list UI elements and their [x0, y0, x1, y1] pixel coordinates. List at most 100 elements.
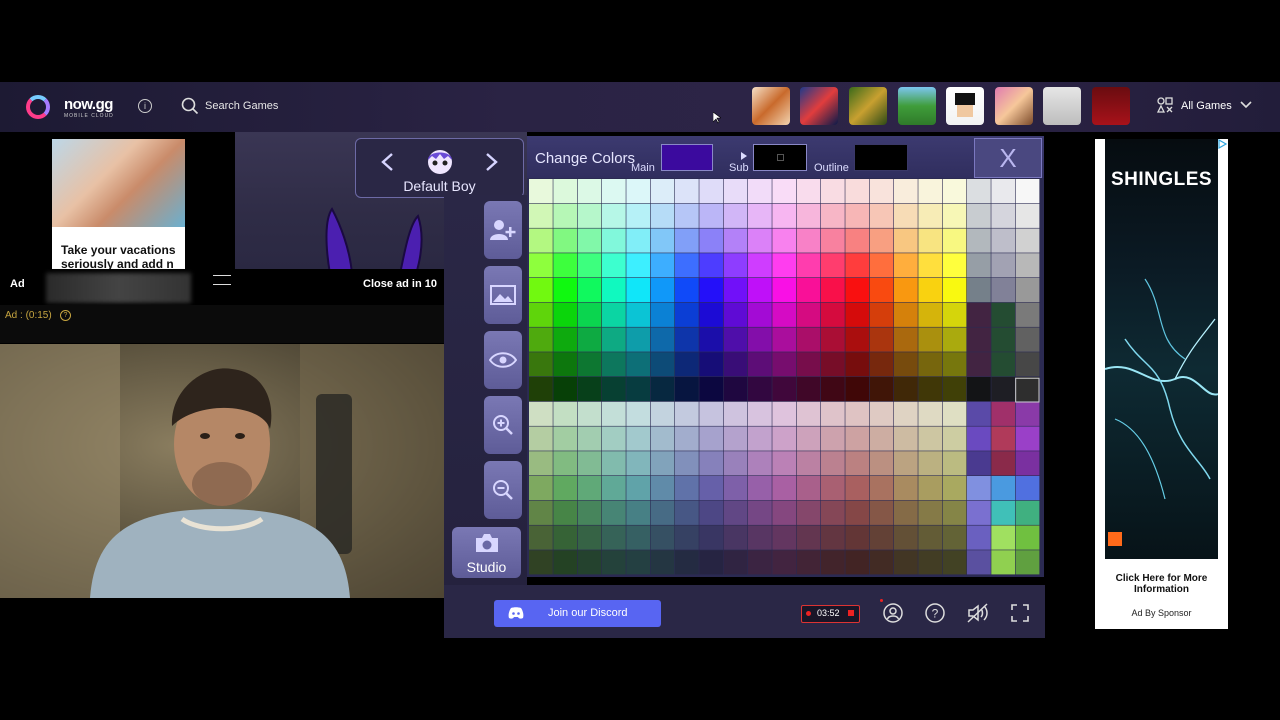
color-swatch-cell[interactable]: [529, 228, 553, 253]
color-swatch-cell[interactable]: [602, 228, 626, 253]
color-swatch-cell[interactable]: [845, 377, 870, 402]
color-swatch-cell[interactable]: [894, 228, 918, 253]
color-swatch-cell[interactable]: [821, 302, 845, 327]
color-swatch-cell[interactable]: [894, 377, 918, 402]
color-swatch-cell[interactable]: [918, 352, 943, 377]
color-swatch-cell[interactable]: [772, 327, 797, 352]
color-swatch-cell[interactable]: [894, 278, 918, 303]
color-swatch-cell[interactable]: [529, 500, 553, 525]
color-swatch-cell[interactable]: [869, 253, 894, 278]
color-swatch-cell[interactable]: [675, 302, 699, 327]
color-swatch-cell[interactable]: [821, 500, 845, 525]
color-swatch-cell[interactable]: [577, 302, 602, 327]
color-swatch-cell[interactable]: [821, 451, 845, 476]
color-swatch-cell[interactable]: [918, 302, 943, 327]
color-swatch-cell[interactable]: [723, 550, 748, 575]
color-swatch-cell[interactable]: [675, 278, 699, 303]
color-swatch-cell[interactable]: [796, 377, 821, 402]
color-swatch-cell[interactable]: [577, 451, 602, 476]
color-swatch-cell[interactable]: [675, 500, 699, 525]
color-swatch-cell[interactable]: [845, 476, 870, 501]
color-swatch-cell[interactable]: [699, 426, 724, 451]
color-swatch-cell[interactable]: [529, 476, 553, 501]
color-swatch-cell[interactable]: [821, 327, 845, 352]
color-swatch-cell[interactable]: [991, 451, 1016, 476]
color-swatch-cell[interactable]: [675, 327, 699, 352]
color-swatch-cell[interactable]: [529, 278, 553, 303]
color-swatch-cell[interactable]: [626, 352, 651, 377]
close-ad-countdown[interactable]: Close ad in 10: [363, 278, 437, 290]
color-swatch-cell[interactable]: [918, 401, 943, 426]
color-swatch-cell[interactable]: [845, 327, 870, 352]
color-swatch-cell[interactable]: [529, 302, 553, 327]
color-swatch-cell[interactable]: [748, 426, 772, 451]
color-swatch-cell[interactable]: [894, 327, 918, 352]
search-icon[interactable]: [181, 97, 199, 115]
color-swatch-cell[interactable]: [577, 203, 602, 228]
color-swatch-cell[interactable]: [529, 203, 553, 228]
color-swatch-cell[interactable]: [553, 525, 578, 550]
ad-video-frame[interactable]: [0, 344, 444, 598]
prev-character-arrow-icon[interactable]: [378, 151, 398, 173]
color-swatch-cell[interactable]: [650, 253, 675, 278]
color-swatch-cell[interactable]: [553, 500, 578, 525]
color-swatch-cell[interactable]: [918, 426, 943, 451]
color-swatch-cell[interactable]: [553, 451, 578, 476]
color-swatch-cell[interactable]: [796, 327, 821, 352]
color-swatch-cell[interactable]: [869, 352, 894, 377]
color-swatch-cell[interactable]: [577, 401, 602, 426]
color-swatch-cell[interactable]: [748, 500, 772, 525]
color-swatch-cell[interactable]: [675, 179, 699, 204]
color-swatch-cell[interactable]: [991, 352, 1016, 377]
game-thumb-2[interactable]: [800, 87, 838, 125]
color-swatch-cell[interactable]: [723, 426, 748, 451]
search-games-label[interactable]: Search Games: [205, 100, 278, 112]
color-swatch-cell[interactable]: [1015, 352, 1040, 377]
color-swatch-cell[interactable]: [602, 327, 626, 352]
color-swatch-cell[interactable]: [529, 401, 553, 426]
color-swatch-cell[interactable]: [967, 550, 991, 575]
color-swatch-cell[interactable]: [577, 525, 602, 550]
color-swatch-cell[interactable]: [821, 228, 845, 253]
color-swatch-cell[interactable]: [869, 550, 894, 575]
color-swatch-cell[interactable]: [918, 278, 943, 303]
nowgg-logo[interactable]: now.gg MOBILE CLOUD: [26, 95, 126, 121]
color-swatch-cell[interactable]: [626, 476, 651, 501]
color-swatch-cell[interactable]: [675, 426, 699, 451]
color-swatch-cell[interactable]: [772, 253, 797, 278]
color-swatch-cell[interactable]: [894, 451, 918, 476]
color-swatch-cell[interactable]: [577, 500, 602, 525]
color-swatch-cell[interactable]: [553, 476, 578, 501]
all-games-icon[interactable]: [1156, 96, 1174, 114]
color-swatch-cell[interactable]: [626, 203, 651, 228]
color-swatch-cell[interactable]: [529, 179, 553, 204]
color-swatch-cell[interactable]: [650, 179, 675, 204]
color-swatch-cell[interactable]: [967, 203, 991, 228]
color-swatch-cell[interactable]: [894, 401, 918, 426]
color-swatch-cell[interactable]: [723, 451, 748, 476]
color-swatch-cell[interactable]: [942, 451, 967, 476]
color-swatch-cell[interactable]: [553, 203, 578, 228]
color-swatch-cell[interactable]: [821, 426, 845, 451]
color-swatch-cell[interactable]: [821, 203, 845, 228]
color-swatch-cell[interactable]: [894, 500, 918, 525]
next-character-arrow-icon[interactable]: [481, 151, 501, 173]
color-swatch-cell[interactable]: [918, 327, 943, 352]
color-swatch-cell[interactable]: [723, 203, 748, 228]
color-swatch-cell[interactable]: [942, 500, 967, 525]
color-swatch-cell[interactable]: [845, 203, 870, 228]
close-palette-button[interactable]: X: [974, 138, 1042, 178]
background-button[interactable]: [484, 266, 522, 324]
color-swatch-cell[interactable]: [723, 352, 748, 377]
color-swatch-cell[interactable]: [894, 426, 918, 451]
color-swatch-cell[interactable]: [918, 228, 943, 253]
color-swatch-cell[interactable]: [942, 228, 967, 253]
color-swatch-cell[interactable]: [529, 550, 553, 575]
color-swatch-cell[interactable]: [942, 550, 967, 575]
color-swatch-cell[interactable]: [772, 401, 797, 426]
color-swatch-cell[interactable]: [529, 525, 553, 550]
color-swatch-cell[interactable]: [991, 302, 1016, 327]
color-swatch-cell[interactable]: [894, 179, 918, 204]
color-swatch-cell[interactable]: [1015, 228, 1040, 253]
color-swatch-cell[interactable]: [577, 327, 602, 352]
